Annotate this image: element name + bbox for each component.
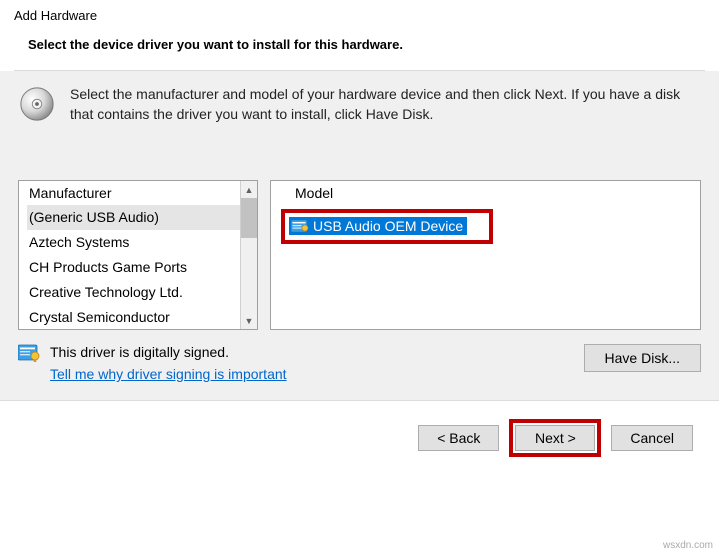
have-disk-button[interactable]: Have Disk... xyxy=(584,344,701,372)
manufacturer-item[interactable]: (Generic USB Audio) xyxy=(27,205,249,230)
manufacturer-item[interactable]: Aztech Systems xyxy=(27,230,249,255)
next-button[interactable]: Next > xyxy=(515,425,595,451)
model-item-label: USB Audio OEM Device xyxy=(313,218,463,234)
manufacturer-listbox[interactable]: Manufacturer (Generic USB Audio) Aztech … xyxy=(18,180,258,330)
model-header: Model xyxy=(285,181,700,205)
model-listbox[interactable]: Model USB Audio OEM Device xyxy=(270,180,701,330)
highlight-box: Next > xyxy=(509,419,601,457)
manufacturer-item[interactable]: CH Products Game Ports xyxy=(27,255,249,280)
page-heading: Select the device driver you want to ins… xyxy=(0,27,719,70)
highlight-box: USB Audio OEM Device xyxy=(281,209,493,244)
manufacturer-item[interactable]: Crystal Semiconductor xyxy=(27,305,249,330)
button-bar: < Back Next > Cancel xyxy=(0,401,719,475)
manufacturer-item[interactable]: Creative Technology Ltd. xyxy=(27,280,249,305)
scroll-up-icon[interactable]: ▲ xyxy=(241,181,257,198)
scroll-thumb[interactable] xyxy=(241,198,257,238)
scrollbar[interactable]: ▲ ▼ xyxy=(240,181,257,329)
model-item[interactable]: USB Audio OEM Device xyxy=(289,217,467,235)
signature-status: This driver is digitally signed. xyxy=(50,344,287,360)
watermark: wsxdn.com xyxy=(663,540,713,551)
back-button[interactable]: < Back xyxy=(418,425,499,451)
manufacturer-header: Manufacturer xyxy=(19,181,257,205)
cancel-button[interactable]: Cancel xyxy=(611,425,693,451)
picker-area: Manufacturer (Generic USB Audio) Aztech … xyxy=(0,180,719,330)
info-panel: Select the manufacturer and model of you… xyxy=(0,71,719,180)
signature-row: This driver is digitally signed. Tell me… xyxy=(0,330,719,401)
signature-info-link[interactable]: Tell me why driver signing is important xyxy=(50,366,287,382)
scroll-down-icon[interactable]: ▼ xyxy=(241,312,257,329)
window-title: Add Hardware xyxy=(14,8,705,23)
certificate-icon xyxy=(18,344,40,365)
certificate-icon xyxy=(291,219,309,233)
disc-icon xyxy=(18,85,56,123)
info-text: Select the manufacturer and model of you… xyxy=(70,85,701,124)
